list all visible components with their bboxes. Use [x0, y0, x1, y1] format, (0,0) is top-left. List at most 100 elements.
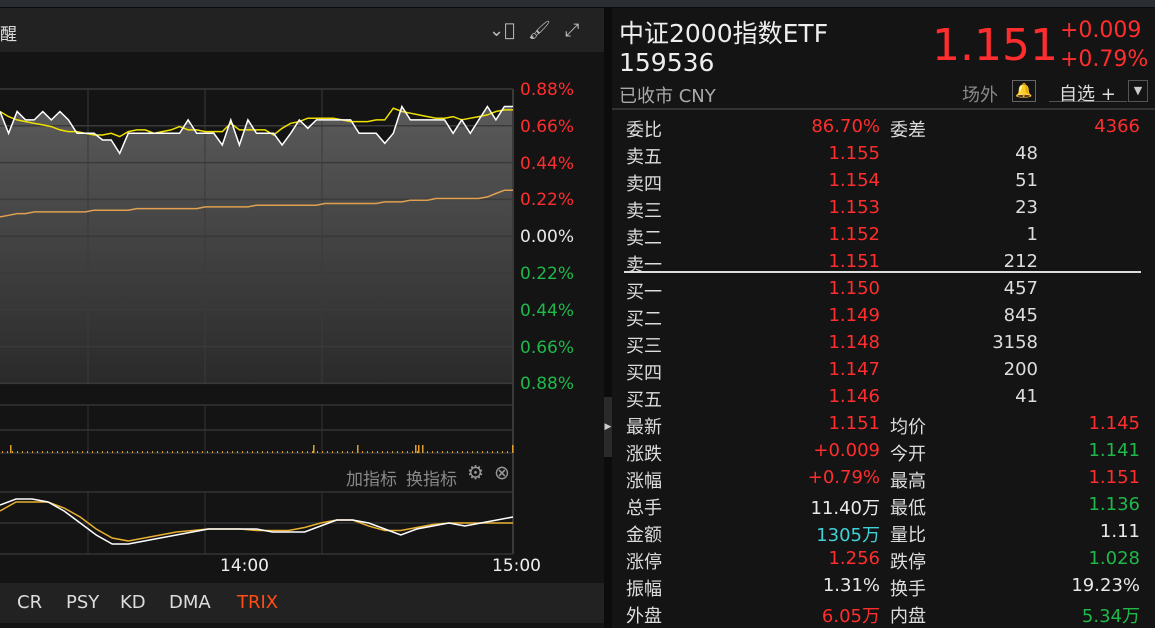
- ask-price: 1.153: [828, 197, 880, 218]
- volume-bar: [207, 451, 208, 453]
- volume-bar: [237, 451, 238, 453]
- volume-bar: [322, 451, 323, 453]
- price-axis-label: 0.88%: [520, 374, 575, 395]
- tab-dma[interactable]: DMA: [169, 592, 211, 613]
- tab-psy[interactable]: PSY: [66, 592, 99, 613]
- dropdown-arrow-icon[interactable]: ▼: [1128, 80, 1148, 102]
- volume-bar: [172, 451, 173, 453]
- add-indicator-button[interactable]: 加指标: [346, 465, 397, 490]
- volume-bar: [22, 451, 23, 453]
- volume-bar: [337, 451, 338, 453]
- stat-label: 跌停: [890, 552, 926, 573]
- price-axis-label: 0.22%: [520, 190, 575, 211]
- volume-bar: [12, 451, 13, 453]
- volume-bar: [482, 451, 483, 453]
- volume-bar: [247, 451, 248, 453]
- volume-bar: [177, 451, 178, 453]
- tab-kd[interactable]: KD: [120, 592, 146, 613]
- volume-bar: [92, 451, 93, 453]
- volume-bar: [152, 451, 153, 453]
- intraday-chart[interactable]: [0, 0, 604, 628]
- volume-bar: [352, 451, 353, 453]
- collapse-handle[interactable]: ▶: [604, 397, 612, 457]
- switch-indicator-button[interactable]: 换指标: [406, 465, 457, 490]
- tab-trix[interactable]: TRIX: [237, 592, 278, 613]
- stat-value: 1.256: [828, 548, 880, 569]
- stat-label: 内盘: [890, 606, 926, 627]
- ask-volume: 48: [1015, 143, 1038, 164]
- volume-bar: [162, 451, 163, 453]
- stat-value: 5.34万: [1081, 606, 1140, 627]
- volume-bar: [387, 451, 388, 453]
- volume-bar: [182, 451, 183, 453]
- ask-volume: 51: [1015, 170, 1038, 191]
- price-axis-label: 0.88%: [520, 80, 575, 100]
- volume-bar: [87, 451, 88, 453]
- volume-bar: [477, 451, 478, 453]
- last-price: 1.151: [932, 20, 1058, 71]
- volume-bar: [377, 451, 378, 453]
- volume-bar: [7, 451, 8, 453]
- volume-bar: [362, 451, 363, 453]
- volume-bar: [242, 451, 243, 453]
- security-code: 159536: [619, 48, 715, 77]
- volume-bar: [62, 451, 63, 453]
- stat-value: 1305万: [816, 525, 880, 546]
- stat-value: 19.23%: [1071, 575, 1140, 596]
- watchlist-button[interactable]: 自选 +: [1049, 80, 1127, 105]
- bid-price: 1.147: [828, 359, 880, 380]
- volume-bar: [117, 451, 118, 453]
- volume-bar: [272, 451, 273, 453]
- market-status: 已收市 CNY: [619, 86, 716, 107]
- volume-bar: [342, 451, 343, 453]
- volume-bar: [2, 451, 3, 453]
- volume-bar: [507, 451, 508, 453]
- volume-bar: [132, 451, 133, 453]
- ask-volume: 212: [1003, 251, 1038, 272]
- volume-bar: [222, 451, 223, 453]
- stat-value: 1.141: [1088, 440, 1140, 461]
- bid-level-label: 买二: [626, 309, 662, 330]
- stat-label: 涨停: [626, 552, 662, 573]
- volume-bar: [10, 445, 12, 453]
- stat-value: 1.145: [1088, 413, 1140, 434]
- volume-bar: [77, 451, 78, 453]
- ask-price: 1.151: [828, 251, 880, 272]
- stat-value: 6.05万: [821, 606, 880, 627]
- volume-bar: [415, 445, 417, 453]
- gear-icon[interactable]: ⚙: [467, 462, 484, 484]
- bid-volume: 41: [1015, 386, 1038, 407]
- volume-bar: [122, 451, 123, 453]
- volume-bar: [187, 451, 188, 453]
- stat-label: 换手: [890, 579, 926, 600]
- volume-bar: [382, 451, 383, 453]
- stat-value: 1.31%: [822, 575, 880, 596]
- volume-bar: [287, 451, 288, 453]
- tab-cr[interactable]: CR: [17, 592, 42, 613]
- stat-label: 最低: [890, 498, 926, 519]
- volume-bar: [412, 451, 413, 453]
- stat-value: 1.11: [1099, 521, 1140, 542]
- volume-bar: [332, 451, 333, 453]
- volume-bar: [47, 451, 48, 453]
- volume-bar: [212, 451, 213, 453]
- bid-volume: 3158: [992, 332, 1038, 353]
- price-axis-label: 0.44%: [520, 300, 575, 321]
- bid-price: 1.149: [828, 305, 880, 326]
- stat-value: 11.40万: [810, 498, 880, 519]
- volume-bar: [137, 451, 138, 453]
- stat-value: 1.151: [1088, 467, 1140, 488]
- volume-bar: [313, 445, 315, 453]
- volume-bar: [497, 451, 498, 453]
- close-icon[interactable]: ⊗: [494, 462, 510, 484]
- market-label: 场外: [962, 85, 998, 106]
- volume-bar: [17, 451, 18, 453]
- volume-bar: [417, 451, 418, 453]
- stat-label: 量比: [890, 525, 926, 546]
- volume-bar: [282, 451, 283, 453]
- volume-bar: [317, 451, 318, 453]
- trix-line: [0, 498, 514, 545]
- volume-bar: [472, 451, 473, 453]
- price-change-pct: +0.79%: [1060, 47, 1149, 72]
- bell-icon[interactable]: 🔔: [1012, 80, 1036, 102]
